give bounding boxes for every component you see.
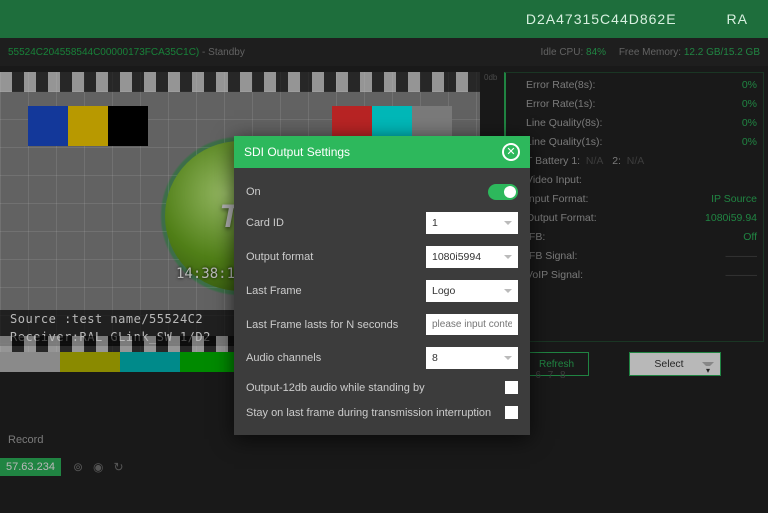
modal-title: SDI Output Settings: [244, 145, 350, 159]
stats-panel: 0db -20db -40db Error Rate(8s):0%Error R…: [504, 72, 764, 342]
audio-ch-label: Audio channels: [246, 352, 426, 364]
signal-icon: ⊚: [73, 460, 83, 474]
last-n-input[interactable]: [426, 314, 518, 335]
globe-icon: ◉: [93, 460, 103, 474]
stat-row: Error Rate(1s):0%: [526, 94, 757, 113]
stat-row: T Battery 1: N/A 2: N/A: [526, 151, 757, 170]
select-button[interactable]: Select: [629, 352, 721, 376]
on-toggle[interactable]: [488, 184, 518, 200]
stay-checkbox[interactable]: [505, 406, 518, 419]
last-frame-select[interactable]: Logo: [426, 280, 518, 302]
session-id: 55524C204558544C00000173FCA35C1C): [8, 47, 199, 58]
output-format-select[interactable]: 1080i5994: [426, 246, 518, 268]
header-right-cut: RA: [727, 11, 748, 27]
stat-row: Output Format:1080i59.94: [526, 208, 757, 227]
stat-row: IFB Signal:———: [526, 246, 757, 265]
last-frame-label: Last Frame: [246, 285, 426, 297]
status-text: Standby: [208, 47, 245, 58]
device-id: D2A47315C44D862E: [526, 11, 677, 27]
record-label: Record: [8, 434, 43, 446]
status-bar: 55524C204558544C00000173FCA35C1C) - Stan…: [0, 38, 768, 66]
ip-badge: 57.63.234: [0, 458, 61, 476]
stat-row: Video Input:: [526, 170, 757, 189]
card-id-label: Card ID: [246, 217, 426, 229]
on-label: On: [246, 186, 488, 198]
mem-label: Free Memory:: [619, 47, 681, 58]
stat-row: IFB:Off: [526, 227, 757, 246]
timecode: 14:38:1: [176, 266, 235, 282]
stat-row: Input Format:IP Source: [526, 189, 757, 208]
card-id-select[interactable]: 1: [426, 212, 518, 234]
stat-row: Line Quality(8s):0%: [526, 113, 757, 132]
close-icon[interactable]: ✕: [502, 143, 520, 161]
refresh-icon[interactable]: ↻: [113, 460, 123, 474]
stat-row: Line Quality(1s):0%: [526, 132, 757, 151]
cpu-label: Idle CPU:: [540, 47, 583, 58]
output-format-label: Output format: [246, 251, 426, 263]
mem-value: 12.2 GB/15.2 GB: [684, 47, 760, 58]
out12db-checkbox[interactable]: [505, 381, 518, 394]
last-n-label: Last Frame lasts for N seconds: [246, 319, 426, 331]
stat-row: VoIP Signal:———: [526, 265, 757, 284]
stat-row: Error Rate(8s):0%: [526, 75, 757, 94]
audio-ch-select[interactable]: 8: [426, 347, 518, 369]
cpu-value: 84%: [586, 47, 606, 58]
sdi-settings-modal: SDI Output Settings ✕ On Card ID 1 Outpu…: [234, 136, 530, 435]
top-header: D2A47315C44D862E RA: [0, 0, 768, 38]
out12db-label: Output-12db audio while standing by: [246, 382, 505, 394]
stay-label: Stay on last frame during transmission i…: [246, 407, 505, 419]
